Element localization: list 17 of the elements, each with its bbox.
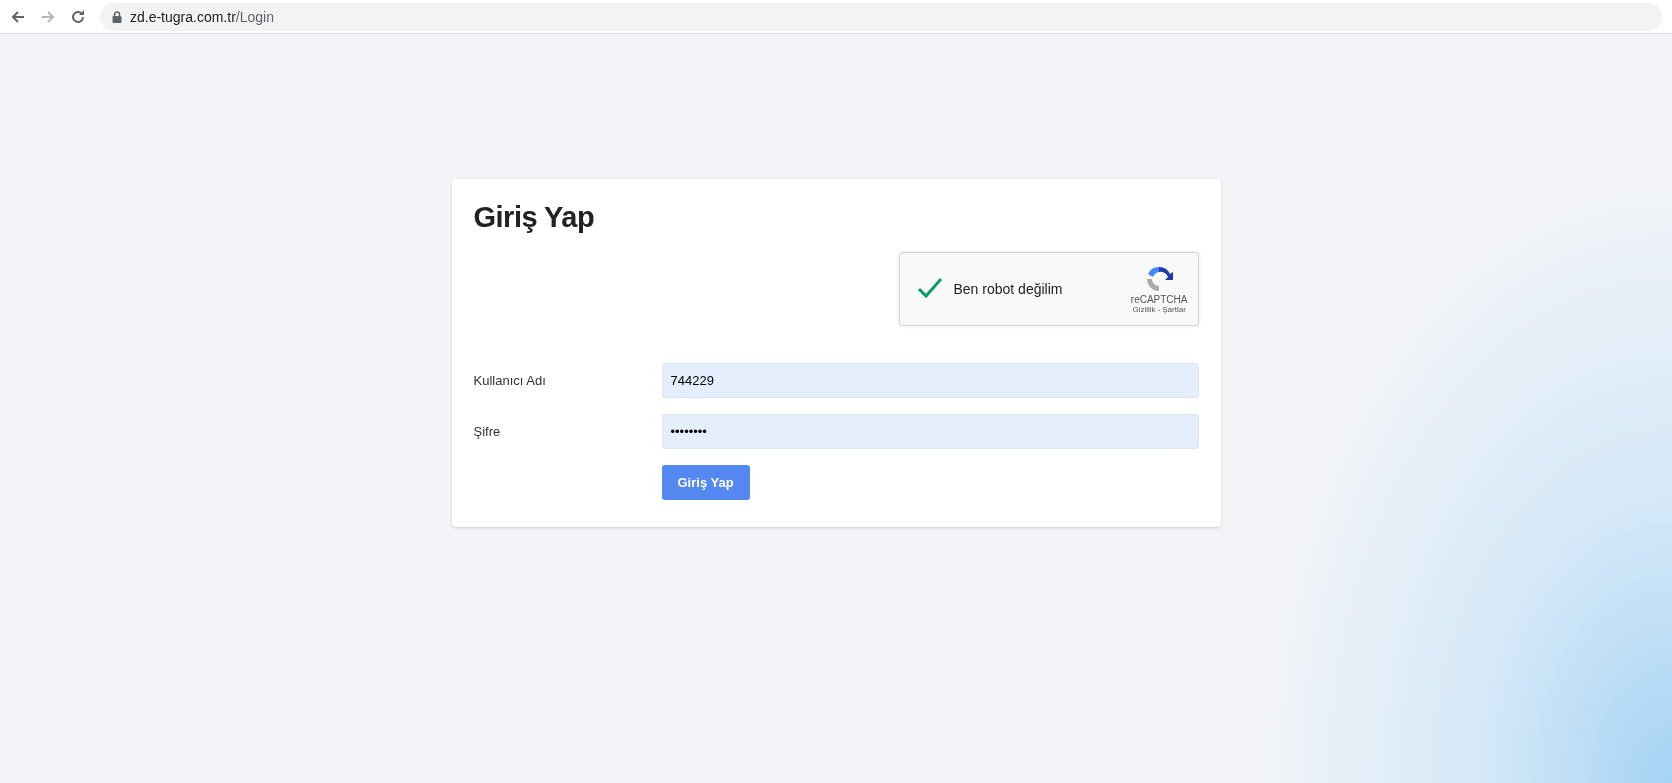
recaptcha-logo-icon: [1144, 264, 1175, 294]
recaptcha-brand: reCAPTCHA: [1130, 294, 1188, 305]
url-path: /Login: [235, 8, 274, 25]
field-label: Şifre: [473, 424, 501, 439]
terms-link[interactable]: Şartlar: [1162, 305, 1186, 314]
captcha-label: Ben robot değilim: [953, 281, 1064, 297]
reload-icon[interactable]: [70, 8, 86, 25]
login-title: Giriş Yap: [473, 201, 595, 234]
field-label: Kullanıcı Adı: [473, 373, 546, 388]
url-host: zd.e-tugra.com.tr: [130, 8, 236, 25]
address-bar[interactable]: zd.e-tugra.com.tr/Login: [100, 2, 1662, 31]
input-field[interactable]: ••••••••: [661, 414, 1199, 449]
input-field[interactable]: 744229: [661, 363, 1199, 398]
privacy-link[interactable]: Gizlilik: [1132, 305, 1156, 314]
link-separator: -: [1157, 305, 1161, 314]
back-icon[interactable]: [10, 8, 26, 25]
lock-icon: [112, 10, 122, 23]
